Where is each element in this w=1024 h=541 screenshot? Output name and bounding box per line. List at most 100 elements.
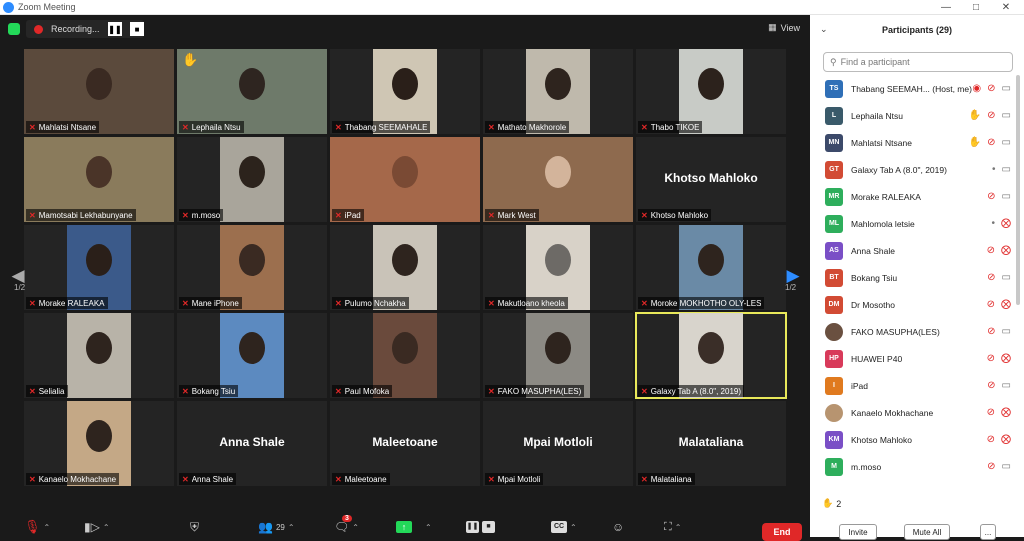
participant-row[interactable]: MN Mahlatsi Ntsane ✋ ⊘ ▭ (810, 129, 1015, 156)
video-tile[interactable]: ✕ Selialia (24, 313, 174, 398)
tile-name-label: ✕ Mamotsabi Lekhabunyane (26, 209, 136, 221)
encryption-shield-icon[interactable] (8, 23, 20, 35)
video-tile[interactable]: Malataliana ✕ Malataliana (636, 401, 786, 486)
apps-options-chevron-icon[interactable]: ⌃ (675, 523, 682, 532)
participant-row[interactable]: KM Khotso Mahloko ⊘ ⨂ (810, 426, 1015, 453)
participant-row[interactable]: TS Thabang SEEMAH... (Host, me) ◉ ⊘ ▭ (810, 75, 1015, 102)
pause-recording-button[interactable]: ❚❚ (108, 22, 122, 36)
end-meeting-button[interactable]: End (762, 523, 802, 541)
reactions-button[interactable]: ☺ (612, 518, 624, 536)
participant-row[interactable]: DM Dr Mosotho ⊘ ⨂ (810, 291, 1015, 318)
caption-options-chevron-icon[interactable]: ⌃ (570, 523, 577, 532)
video-tile[interactable]: ✕ Mark West (483, 137, 633, 222)
video-tile[interactable]: ✕ Morake RALEAKA (24, 225, 174, 310)
video-tile[interactable]: ✕ Galaxy Tab A (8.0", 2019) (635, 312, 787, 399)
video-tile[interactable]: ✕ Thabo TIKOE (636, 49, 786, 134)
share-options-chevron-icon[interactable]: ⌃ (425, 523, 432, 532)
participant-search-input[interactable]: ⚲ Find a participant (823, 52, 1013, 72)
video-tile[interactable]: ✕ m.moso (177, 137, 327, 222)
pause-record-button[interactable]: ❚❚ ■ (466, 518, 495, 536)
participant-face (239, 243, 265, 276)
participant-face (545, 155, 571, 188)
unmute-button[interactable]: 🎙 ⌃ (24, 518, 50, 536)
apps-button[interactable]: ⛶ ⌃ (664, 518, 681, 536)
video-tile[interactable]: ✕ Mane iPhone (177, 225, 327, 310)
chat-options-chevron-icon[interactable]: ⌃ (352, 523, 359, 532)
video-button[interactable]: ▮▷ ⌃ (84, 518, 110, 536)
participant-status-icons: ◉ ⊘ ▭ (972, 82, 1011, 94)
participant-row[interactable]: HP HUAWEI P40 ⊘ ⨂ (810, 345, 1015, 372)
participant-face (239, 67, 265, 100)
security-button[interactable]: ⛨ (190, 518, 199, 536)
video-options-chevron-icon[interactable]: ⌃ (103, 523, 110, 532)
avatar: TS (825, 79, 843, 98)
minimize-icon[interactable]: — (932, 0, 960, 15)
mic-muted-icon: ✕ (29, 210, 36, 220)
camera-icon: ▭ (1001, 163, 1011, 175)
participant-name: Mahlomola letsie (851, 218, 915, 229)
tile-name-label: ✕ Lephaila Ntsu (179, 121, 244, 133)
participants-button[interactable]: 👥 29 ⌃ (258, 518, 295, 536)
video-tile[interactable]: Mpai Motloli ✕ Mpai Motloli (483, 401, 633, 486)
video-tile[interactable]: ✕ Kanaelo Mokhachane (24, 401, 174, 486)
video-tile[interactable]: ✕ Mahlatsi Ntsane (24, 49, 174, 134)
mute-all-button[interactable]: Mute All (904, 524, 950, 540)
participant-row[interactable]: ML Mahlomola letsie • ⨂ (810, 210, 1015, 237)
video-tile[interactable]: ✕ iPad (330, 137, 480, 222)
video-tile[interactable]: ✕ Pulumo Nchakha (330, 225, 480, 310)
participant-row[interactable]: MR Morake RALEAKA ⊘ ▭ (810, 183, 1015, 210)
mic-muted-icon: ✕ (641, 386, 648, 396)
participant-row[interactable]: GT Galaxy Tab A (8.0", 2019) • ▭ (810, 156, 1015, 183)
video-tile[interactable]: ✕ FAKO MASUPHA(LES) (483, 313, 633, 398)
camera-icon: ▭ (1001, 460, 1011, 472)
avatar (825, 403, 843, 422)
tile-name-label: ✕ Kanaelo Mokhachane (26, 473, 120, 485)
video-tile[interactable]: Khotso Mahloko ✕ Khotso Mahloko (636, 137, 786, 222)
participant-row[interactable]: BT Bokang Tsiu ⊘ ▭ (810, 264, 1015, 291)
stop-recording-button[interactable]: ■ (130, 22, 144, 36)
view-button[interactable]: ▦ View (768, 22, 800, 33)
maximize-icon[interactable]: □ (962, 0, 990, 15)
participant-row[interactable]: AS Anna Shale ⊘ ⨂ (810, 237, 1015, 264)
mic-muted-icon: ⊘ (987, 190, 996, 202)
participant-name: Mark West (497, 210, 536, 220)
tile-name-label: ✕ Galaxy Tab A (8.0", 2019) (638, 385, 745, 397)
video-tile[interactable]: ✕ Bokang Tsiu (177, 313, 327, 398)
video-tile[interactable]: ✋ ✕ Lephaila Ntsu (177, 49, 327, 134)
participants-options-chevron-icon[interactable]: ⌃ (288, 523, 295, 532)
participant-name: Lephaila Ntsu (851, 110, 903, 121)
video-tile[interactable]: ✕ Makutloano kheola (483, 225, 633, 310)
closed-caption-button[interactable]: CC ⌃ (551, 518, 577, 536)
participant-name: Pulumo Nchakha (344, 298, 406, 308)
mic-muted-icon: ✕ (29, 298, 36, 308)
video-tile[interactable]: ✕ Mamotsabi Lekhabunyane (24, 137, 174, 222)
close-icon[interactable]: ✕ (992, 0, 1020, 15)
video-tile[interactable]: ✕ Moroke MOKHOTHO OLY-LES (636, 225, 786, 310)
participant-row[interactable]: Mm.moso ⊘ ▭ (810, 453, 1015, 480)
tile-name-label: ✕ Mathato Makhorole (485, 121, 570, 133)
video-tile[interactable]: ✕ Mathato Makhorole (483, 49, 633, 134)
participant-row[interactable]: L Lephaila Ntsu ✋ ⊘ ▭ (810, 102, 1015, 129)
mic-muted-icon: ✕ (29, 474, 36, 484)
participant-row[interactable]: Kanaelo Mokhachane ⊘ ⨂ (810, 399, 1015, 426)
participant-name: Mahlatsi Ntsane (851, 137, 912, 148)
participant-face (698, 67, 724, 100)
video-tile[interactable]: ✕ Paul Mofoka (330, 313, 480, 398)
camera-off-icon: ⨂ (1001, 352, 1011, 364)
share-screen-button[interactable]: ↑ ⌃ (396, 518, 432, 536)
participant-row[interactable]: IiPad ⊘ ▭ (810, 372, 1015, 399)
video-tile[interactable]: Maleetoane ✕ Maleetoane (330, 401, 480, 486)
more-options-button[interactable]: ... (980, 524, 996, 540)
video-tile[interactable]: Anna Shale ✕ Anna Shale (177, 401, 327, 486)
video-tile[interactable]: ✕ Thabang SEEMAHALE (330, 49, 480, 134)
camera-icon: ▭ (1001, 82, 1011, 94)
participant-list-scrollbar[interactable] (1016, 75, 1020, 305)
participant-face (239, 155, 265, 188)
camera-icon: ▭ (1001, 190, 1011, 202)
audio-options-chevron-icon[interactable]: ⌃ (44, 523, 51, 532)
participant-name: iPad (851, 380, 869, 391)
invite-button[interactable]: Invite (839, 524, 877, 540)
avatar: I (825, 376, 843, 395)
participant-row[interactable]: FAKO MASUPHA(LES) ⊘ ▭ (810, 318, 1015, 345)
recording-label: Recording... (51, 24, 100, 34)
